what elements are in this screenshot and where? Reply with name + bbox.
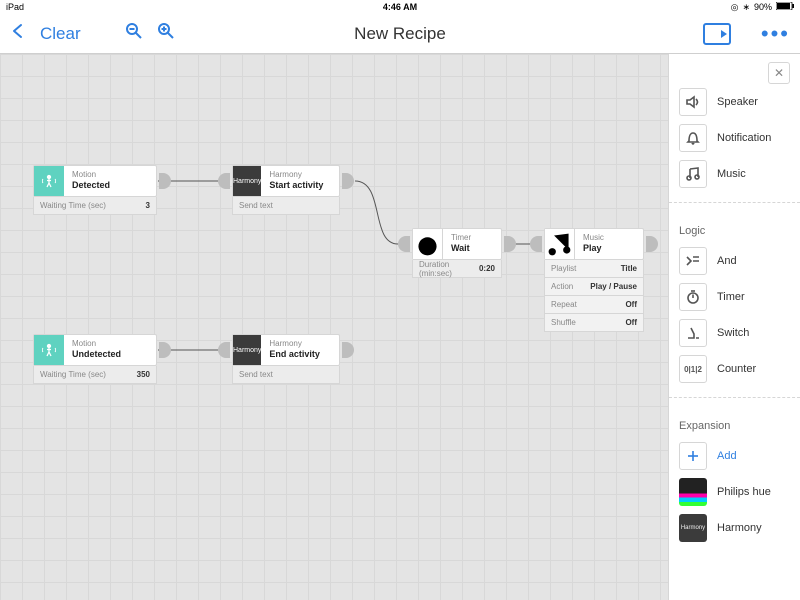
battery-icon — [776, 2, 794, 12]
panel-toggle-button[interactable] — [703, 23, 731, 45]
connector-out[interactable] — [646, 236, 658, 252]
hue-icon — [679, 478, 707, 506]
logic-heading: Logic — [679, 225, 790, 237]
battery-pct: 90% — [754, 2, 772, 12]
switch-icon — [679, 319, 707, 347]
node-harmony-start[interactable]: Harmony HarmonyStart activity Send text — [232, 165, 340, 215]
harmony-icon: Harmony — [233, 166, 261, 196]
node-harmony-end[interactable]: Harmony HarmonyEnd activity Send text — [232, 334, 340, 384]
and-icon — [679, 247, 707, 275]
zoom-out-button[interactable] — [125, 22, 143, 45]
music-icon — [545, 229, 575, 259]
toolbar: Clear New Recipe ••• — [0, 14, 800, 54]
clear-button[interactable]: Clear — [40, 24, 81, 44]
music-note-icon — [679, 160, 707, 188]
palette-harmony[interactable]: HarmonyHarmony — [679, 510, 790, 546]
palette-music[interactable]: Music — [679, 156, 790, 192]
node-timer-wait[interactable]: TimerWait Duration (min:sec)0:20 — [412, 228, 502, 278]
motion-icon — [34, 335, 64, 365]
clock: 4:46 AM — [383, 2, 417, 12]
connector-in[interactable] — [530, 236, 542, 252]
harmony-icon: Harmony — [233, 335, 261, 365]
palette-philips-hue[interactable]: Philips hue — [679, 474, 790, 510]
location-icon: ◎ — [731, 2, 739, 13]
back-button[interactable] — [10, 23, 26, 44]
bluetooth-icon: ∗ — [742, 2, 750, 13]
palette-timer[interactable]: Timer — [679, 279, 790, 315]
speaker-icon — [679, 88, 707, 116]
node-motion-undetected[interactable]: MotionUndetected Waiting Time (sec)350 — [33, 334, 157, 384]
connector-out[interactable] — [504, 236, 516, 252]
counter-icon: 0|1|2 — [679, 355, 707, 383]
node-music-play[interactable]: MusicPlay PlaylistTitle ActionPlay / Pau… — [544, 228, 644, 260]
palette-switch[interactable]: Switch — [679, 315, 790, 351]
connector-in[interactable] — [398, 236, 410, 252]
node-motion-detected[interactable]: MotionDetected Waiting Time (sec)3 — [33, 165, 157, 215]
status-bar: iPad 4:46 AM ◎ ∗ 90% — [0, 0, 800, 14]
connector-out[interactable] — [342, 173, 354, 189]
connector-out[interactable] — [159, 342, 171, 358]
timer-icon — [413, 229, 443, 259]
palette-speaker[interactable]: Speaker — [679, 84, 790, 120]
expansion-heading: Expansion — [679, 420, 790, 432]
palette-sidebar[interactable]: ✕ Speaker Notification Music Logic And T… — [668, 54, 800, 600]
plus-icon — [679, 442, 707, 470]
close-icon[interactable]: ✕ — [768, 62, 790, 84]
connector-in[interactable] — [218, 173, 230, 189]
connector-in[interactable] — [218, 342, 230, 358]
connector-out[interactable] — [159, 173, 171, 189]
palette-notification[interactable]: Notification — [679, 120, 790, 156]
recipe-canvas[interactable]: MotionDetected Waiting Time (sec)3 Harmo… — [0, 54, 668, 600]
timer-icon — [679, 283, 707, 311]
motion-icon — [34, 166, 64, 196]
palette-counter[interactable]: 0|1|2Counter — [679, 351, 790, 387]
palette-and[interactable]: And — [679, 243, 790, 279]
bell-icon — [679, 124, 707, 152]
connector-out[interactable] — [342, 342, 354, 358]
harmony-icon: Harmony — [679, 514, 707, 542]
zoom-in-button[interactable] — [157, 22, 175, 45]
page-title: New Recipe — [354, 24, 446, 44]
device-label: iPad — [6, 2, 24, 12]
palette-add[interactable]: Add — [679, 438, 790, 474]
